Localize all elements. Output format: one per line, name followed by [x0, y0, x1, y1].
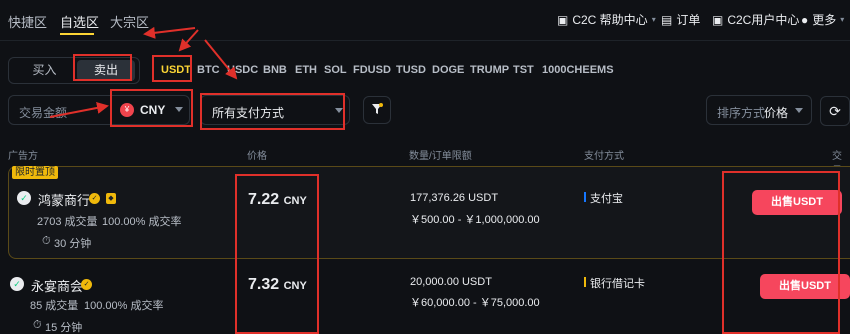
help-icon: ▣: [557, 12, 569, 27]
clock-icon: ⏱: [33, 319, 42, 331]
price-amount: 7.22: [248, 191, 280, 208]
c2c-user-center-link[interactable]: ▣ C2C用户中心: [712, 11, 799, 28]
sell-tab[interactable]: 卖出: [77, 60, 135, 81]
c2c-help-menu[interactable]: ▣ C2C 帮助中心 ▾: [557, 11, 656, 28]
more-icon: ●: [801, 12, 809, 27]
more-label: 更多: [812, 13, 837, 27]
avatar: ✓: [17, 191, 31, 205]
coin-tab-sol[interactable]: SOL: [324, 64, 347, 76]
more-menu[interactable]: ● 更多 ▾: [801, 11, 844, 28]
chevron-down-icon: [335, 108, 343, 113]
completion-rate: 100.00% 成交率: [84, 300, 164, 312]
pin-tag: 限时置顶: [12, 166, 58, 179]
order-limit: ￥60,000.00 - ￥75,000.00: [410, 297, 540, 309]
user-center-icon: ▣: [712, 12, 724, 27]
buy-tab[interactable]: 买入: [17, 58, 72, 83]
sell-usdt-button[interactable]: 出售USDT: [760, 274, 850, 299]
payment-time: 30 分钟: [54, 238, 92, 250]
currency-value: CNY: [140, 103, 166, 117]
coin-tab-1000cheems[interactable]: 1000CHEEMS: [542, 64, 614, 76]
payment-method-label: 支付宝: [590, 193, 623, 205]
coin-tab-tusd[interactable]: TUSD: [396, 64, 426, 76]
sort-select[interactable]: 排序方式 价格: [706, 95, 812, 125]
available-quantity: 177,376.26 USDT: [410, 192, 499, 204]
sort-value: 价格: [764, 106, 789, 120]
currency-select[interactable]: ¥ CNY: [110, 95, 190, 125]
header-advertiser: 广告方: [8, 151, 38, 162]
verified-icon: ✓: [89, 193, 100, 204]
top-nav: 快捷区 自选区 大宗区 ▣ C2C 帮助中心 ▾ ▤ 订单 ▣ C2C用户中心 …: [0, 0, 850, 40]
chevron-down-icon: ▾: [840, 15, 845, 24]
trade-count: 85 成交量: [30, 300, 79, 312]
price-currency: CNY: [283, 195, 307, 207]
orders-link[interactable]: ▤ 订单: [661, 11, 700, 28]
avatar: ✓: [10, 277, 24, 291]
price-value: 7.22 CNY: [248, 191, 307, 209]
payment-color-bar: [584, 192, 586, 202]
payment-time: 15 分钟: [45, 322, 83, 334]
payment-method: 银行借记卡: [584, 275, 645, 291]
price-value: 7.32 CNY: [248, 276, 307, 294]
coin-tab-btc[interactable]: BTC: [197, 64, 220, 76]
payment-color-bar: [584, 277, 586, 287]
sort-label: 排序方式: [717, 106, 766, 120]
refresh-icon: ⟳: [829, 103, 841, 119]
buy-sell-toggle: 买入 卖出: [8, 57, 140, 84]
payment-method-select[interactable]: 所有支付方式: [200, 95, 350, 125]
chevron-down-icon: [795, 108, 803, 113]
header-price: 价格: [247, 151, 267, 162]
coin-tab-bnb[interactable]: BNB: [263, 64, 287, 76]
coin-tab-fdusd[interactable]: FDUSD: [353, 64, 391, 76]
nav-divider: [0, 40, 850, 41]
clock-icon: ⏱: [42, 235, 51, 247]
coin-tab-usdc[interactable]: USDC: [227, 64, 258, 76]
merchant-name[interactable]: 鸿蒙商行: [38, 190, 90, 209]
coin-tab-doge[interactable]: DOGE: [432, 64, 464, 76]
order-limit: ￥500.00 - ￥1,000,000.00: [410, 214, 540, 226]
filter-button[interactable]: [363, 96, 391, 124]
tab-favorites[interactable]: 自选区: [60, 12, 99, 31]
header-payment: 支付方式: [584, 151, 624, 162]
merchant-badge-icon: ◆: [106, 193, 116, 204]
price-amount: 7.32: [248, 276, 280, 293]
completion-rate: 100.00% 成交率: [102, 216, 182, 228]
available-quantity: 20,000.00 USDT: [410, 276, 492, 288]
refresh-button[interactable]: ⟳: [820, 96, 850, 126]
sell-usdt-button[interactable]: 出售USDT: [752, 190, 842, 215]
coin-tab-trump[interactable]: TRUMP: [470, 64, 509, 76]
coin-tab-eth[interactable]: ETH: [295, 64, 317, 76]
price-currency: CNY: [283, 280, 307, 292]
cny-icon: ¥: [120, 103, 134, 117]
amount-placeholder: 交易金额: [19, 106, 68, 120]
payment-method-label: 银行借记卡: [590, 278, 645, 290]
verified-icon: ✓: [81, 279, 92, 290]
orders-label: 订单: [676, 13, 701, 27]
filter-icon: [372, 103, 383, 114]
chevron-down-icon: [175, 107, 183, 112]
coin-tab-tst[interactable]: TST: [513, 64, 534, 76]
header-quantity: 数量/订单限额: [409, 151, 472, 162]
payment-method-value: 所有支付方式: [212, 106, 285, 120]
active-tab-indicator: [60, 33, 94, 35]
trade-count: 2703 成交量: [37, 216, 98, 228]
orders-icon: ▤: [661, 12, 673, 27]
tab-block[interactable]: 大宗区: [110, 12, 149, 31]
merchant-name[interactable]: 永宴商会: [31, 276, 83, 295]
tab-quick[interactable]: 快捷区: [8, 12, 47, 31]
chevron-down-icon: ▾: [651, 15, 656, 24]
c2c-user-center-label: C2C用户中心: [727, 13, 800, 27]
c2c-help-label: C2C 帮助中心: [572, 13, 648, 27]
payment-method: 支付宝: [584, 190, 623, 206]
coin-tab-usdt[interactable]: USDT: [161, 64, 191, 76]
